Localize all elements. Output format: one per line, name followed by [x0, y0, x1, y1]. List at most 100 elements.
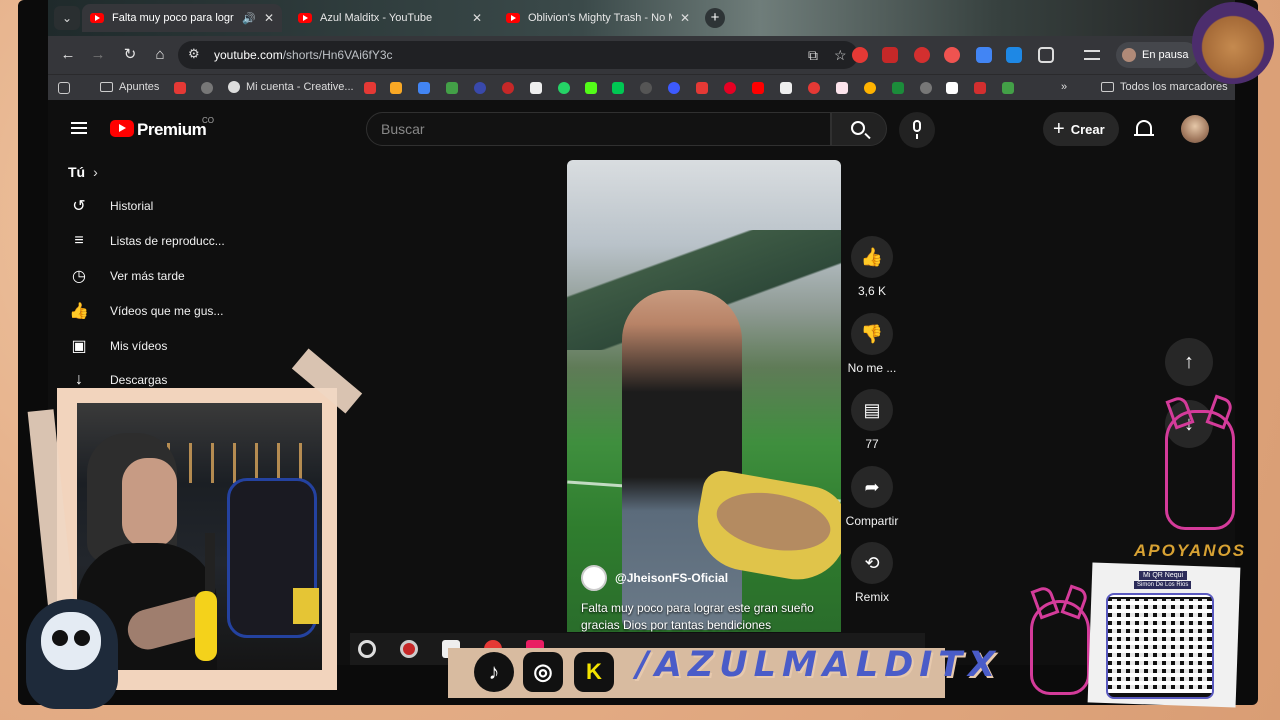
- like-action[interactable]: 👍 3,6 K: [839, 236, 905, 298]
- address-bar[interactable]: ⚙ youtube.com/shorts/Hn6VAi6fY3c ⧉ ☆: [178, 41, 858, 69]
- new-tab-button[interactable]: +: [705, 8, 725, 28]
- bookmark-slack-icon[interactable]: [864, 82, 876, 94]
- folder-icon: [1101, 82, 1114, 92]
- bookmark-ring-icon[interactable]: [502, 82, 514, 94]
- tab-oblivions-mighty-trash[interactable]: Oblivion's Mighty Trash - No M ✕: [498, 4, 698, 32]
- sidebar-item-ver-mas-tarde[interactable]: ◷ Ver más tarde: [68, 264, 248, 288]
- channel-avatar[interactable]: [581, 565, 607, 591]
- comments-action[interactable]: ▤ 77: [839, 389, 905, 451]
- apps-grid-icon[interactable]: [58, 82, 70, 94]
- bookmark-folder-apuntes[interactable]: Apuntes: [100, 81, 159, 93]
- browser-toolbar: ← → ↻ ⌂ ⚙ youtube.com/shorts/Hn6VAi6fY3c…: [48, 36, 1235, 74]
- bookmark-swirl-icon[interactable]: [474, 82, 486, 94]
- extension-video-icon[interactable]: [882, 47, 898, 63]
- short-video-player[interactable]: @JheisonFS-Oficial Falta muy poco para l…: [567, 160, 841, 632]
- adblock-plus-icon[interactable]: [914, 47, 930, 63]
- share-button[interactable]: ➦: [851, 466, 893, 508]
- kick-icon[interactable]: [585, 82, 597, 94]
- bookmark-h-icon[interactable]: [780, 82, 792, 94]
- history-icon: ↺: [72, 198, 86, 215]
- bookmark-folder-all[interactable]: Todos los marcadores: [1101, 81, 1228, 93]
- bookmark-puzzle-icon[interactable]: [892, 82, 904, 94]
- bookmark-star-icon[interactable]: ☆: [834, 47, 847, 64]
- bookmark-mi-cuenta[interactable]: Mi cuenta - Creative...: [228, 81, 354, 93]
- tab-azul-malditx[interactable]: Azul Malditx - YouTube ✕: [290, 4, 490, 32]
- menu-hamburger-icon[interactable]: [71, 122, 87, 134]
- comments-button[interactable]: ▤: [851, 389, 893, 431]
- audio-playing-icon[interactable]: 🔊: [242, 12, 256, 25]
- whatsapp-icon[interactable]: [558, 82, 570, 94]
- sidebar-item-videos-que-me-gustan[interactable]: 👍 Vídeos que me gus...: [68, 299, 248, 323]
- taskbar-obs-icon[interactable]: [400, 640, 418, 658]
- extension-cloud-icon[interactable]: [1006, 47, 1022, 63]
- create-button[interactable]: + Crear: [1043, 112, 1119, 146]
- bookmark-flash-icon[interactable]: [364, 82, 376, 94]
- sidebar-item-mis-videos[interactable]: ▣ Mis vídeos: [68, 334, 248, 358]
- remix-button[interactable]: ⟲: [851, 542, 893, 584]
- youtube-premium-wordmark[interactable]: Premium: [137, 120, 207, 140]
- sidebar-item-listas[interactable]: ≡ Listas de reproducc...: [68, 229, 248, 253]
- bookmark-red-icon[interactable]: [174, 82, 186, 94]
- back-button[interactable]: ←: [58, 45, 78, 65]
- forward-button[interactable]: →: [88, 45, 108, 65]
- bookmark-pink-icon[interactable]: [836, 82, 848, 94]
- youtube-bookmark-icon[interactable]: [752, 82, 764, 94]
- tab-strip: ⌄ Falta muy poco para lograr 🔊 ✕ Azul Ma…: [48, 0, 1235, 36]
- profile-button[interactable]: En pausa: [1116, 42, 1199, 68]
- bookmark-globe-icon[interactable]: [201, 82, 213, 94]
- bookmark-green-icon[interactable]: [612, 82, 624, 94]
- short-channel-link[interactable]: @JheisonFS-Oficial: [581, 565, 728, 591]
- cam-warning-sign: [293, 588, 319, 624]
- plus-icon: +: [1053, 118, 1065, 140]
- notifications-bell-icon[interactable]: [1134, 120, 1154, 136]
- tab-close-icon[interactable]: ✕: [264, 11, 274, 25]
- account-avatar[interactable]: [1181, 115, 1209, 143]
- bookmark-ig-icon[interactable]: [530, 82, 542, 94]
- reload-button[interactable]: ↻: [120, 45, 140, 65]
- google-translate-icon[interactable]: [976, 47, 992, 63]
- kick-logo-icon: K: [574, 652, 614, 692]
- bookmark-translate-icon[interactable]: [418, 82, 430, 94]
- bookmark-blue-icon[interactable]: [668, 82, 680, 94]
- bookmark-white-icon[interactable]: [946, 82, 958, 94]
- bookmark-gray-icon[interactable]: [640, 82, 652, 94]
- reading-list-icon[interactable]: [1084, 50, 1100, 60]
- sidebar-you-header[interactable]: Tú ›: [68, 164, 98, 180]
- bookmark-heart-icon[interactable]: [696, 82, 708, 94]
- voice-search-button[interactable]: [899, 112, 935, 148]
- bookmark-globe2-icon[interactable]: [920, 82, 932, 94]
- remix-action[interactable]: ⟲ Remix: [839, 542, 905, 604]
- bookmarks-overflow-button[interactable]: »: [1061, 81, 1067, 93]
- extension-red-icon[interactable]: [852, 47, 868, 63]
- search-input[interactable]: [367, 113, 830, 145]
- reaper-sticker: [16, 594, 126, 714]
- share-action[interactable]: ➦ Compartir: [839, 466, 905, 528]
- bookmark-bar-icon[interactable]: [974, 82, 986, 94]
- home-button[interactable]: ⌂: [150, 45, 170, 65]
- bookmark-d-icon[interactable]: [446, 82, 458, 94]
- taskbar-app-icon[interactable]: [358, 640, 376, 658]
- sidebar-item-historial[interactable]: ↺ Historial: [68, 194, 248, 218]
- install-app-icon[interactable]: ⧉: [808, 47, 818, 64]
- bookmark-yellow-icon[interactable]: [390, 82, 402, 94]
- youtube-logo-icon[interactable]: [110, 120, 134, 137]
- tab-search-button[interactable]: ⌄: [54, 6, 80, 30]
- previous-short-button[interactable]: ↑: [1165, 338, 1213, 386]
- bookmark-circle-icon[interactable]: [808, 82, 820, 94]
- bookmark-doc-icon[interactable]: [1002, 82, 1014, 94]
- search-button[interactable]: [831, 112, 887, 146]
- pinterest-icon[interactable]: [724, 82, 736, 94]
- tab-close-icon[interactable]: ✕: [472, 11, 482, 25]
- extension-badge-icon[interactable]: [944, 47, 960, 63]
- extensions-puzzle-icon[interactable]: [1038, 47, 1054, 63]
- playlist-icon: ≡: [74, 232, 84, 249]
- dislike-button[interactable]: 👎: [851, 313, 893, 355]
- tab-close-icon[interactable]: ✕: [680, 11, 690, 25]
- devil-doodle-upper: [1165, 410, 1235, 530]
- tab-title: Oblivion's Mighty Trash - No M: [528, 12, 672, 24]
- like-button[interactable]: 👍: [851, 236, 893, 278]
- dislike-action[interactable]: 👎 No me ...: [839, 313, 905, 375]
- site-info-icon[interactable]: ⚙: [188, 46, 200, 62]
- tab-title: Azul Malditx - YouTube: [320, 12, 433, 24]
- tab-falta-muy-poco[interactable]: Falta muy poco para lograr 🔊 ✕: [82, 4, 282, 32]
